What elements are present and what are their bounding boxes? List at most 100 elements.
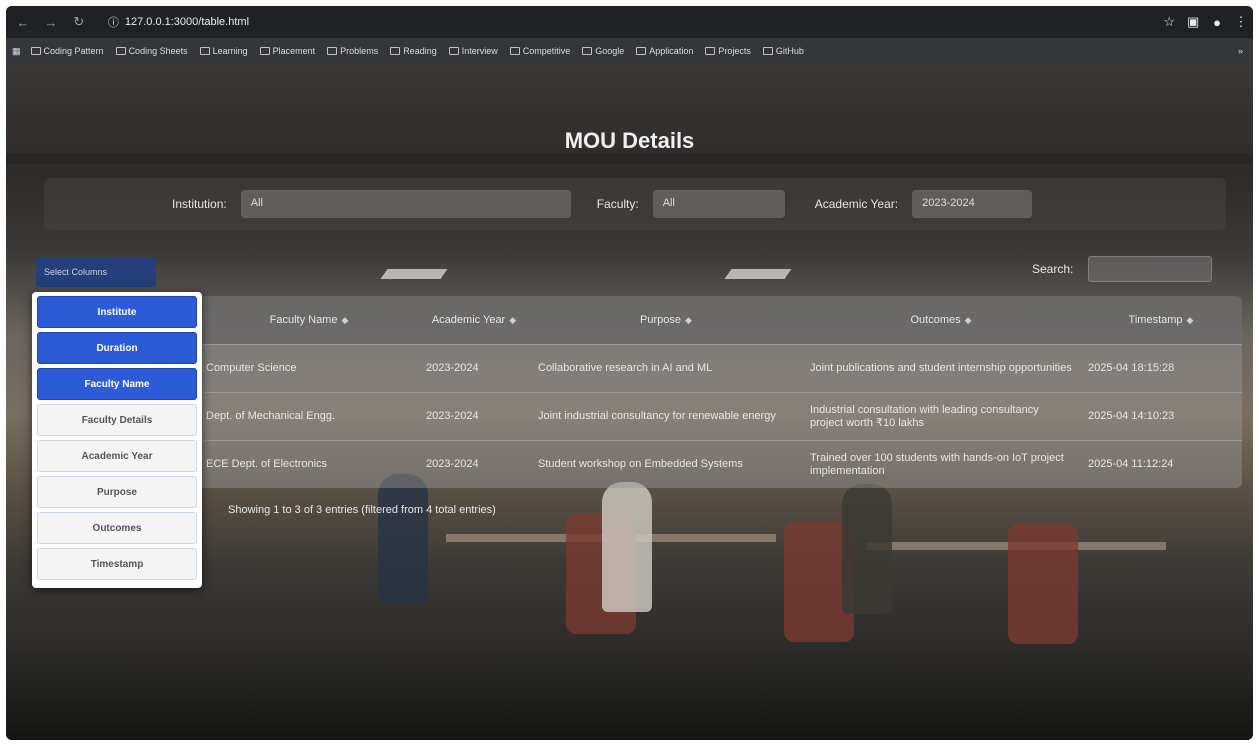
column-toggle-item[interactable]: Institute xyxy=(37,296,197,328)
table-cell: 2025-04 14:10:23 xyxy=(1088,410,1175,422)
bookmark-item[interactable]: Coding Sheets xyxy=(115,46,188,56)
institution-select[interactable]: All xyxy=(240,190,571,218)
url-text: 127.0.0.1:3000/table.html xyxy=(124,16,250,28)
bookmark-item[interactable]: Coding Pattern xyxy=(30,46,104,56)
column-header[interactable]: Academic Year ◆ xyxy=(418,296,530,344)
table-cell: Student workshop on Embedded Systems xyxy=(538,458,743,470)
bookmark-label: GitHub xyxy=(775,46,804,56)
sort-icon: ◆ xyxy=(685,314,692,325)
academic-year-select[interactable]: 2023-2024 xyxy=(912,190,1033,218)
site-info-icon[interactable]: ⓘ xyxy=(108,14,119,30)
bookmark-item[interactable]: Interview xyxy=(448,46,498,56)
filter-bar: Institution: All Faculty: All Academic Y… xyxy=(44,178,1226,230)
folder-icon xyxy=(30,47,41,55)
table-cell: Joint industrial consultancy for renewab… xyxy=(538,410,776,422)
table-row: ECE Dept. of Electronics 2023-2024 Student… xyxy=(190,440,1242,488)
column-header[interactable]: Timestamp ◆ xyxy=(1080,296,1242,344)
table-cell: ECE Dept. of Electronics xyxy=(206,458,328,470)
folder-icon xyxy=(259,47,270,55)
table-cell: 2025-04 11:12:24 xyxy=(1088,458,1174,470)
table-row: Dept. of Mechanical Engg. 2023-2024 Joint … xyxy=(190,392,1242,440)
column-toggle-item[interactable]: Timestamp xyxy=(37,548,197,580)
table-info: Showing 1 to 3 of 3 entries (filtered fr… xyxy=(228,504,496,516)
person xyxy=(378,474,428,604)
faculty-select[interactable]: All xyxy=(652,190,785,218)
floor xyxy=(6,650,1253,740)
bookmark-item[interactable]: Problems xyxy=(327,46,378,56)
column-toggle-item[interactable]: Purpose xyxy=(37,476,197,508)
browser-window: ← → ↻ ⓘ 127.0.0.1:3000/table.html ☆ ▣ ● … xyxy=(6,6,1253,740)
bookmark-list: Coding Pattern Coding Sheets Learning Place… xyxy=(30,46,804,56)
reload-icon[interactable]: ↻ xyxy=(68,11,90,33)
column-toggle-item[interactable]: Faculty Name xyxy=(37,368,197,400)
column-header-label: Academic Year xyxy=(431,314,506,326)
table-row: Computer Science 2023-2024 Collaborative r… xyxy=(190,344,1242,392)
search-input[interactable] xyxy=(1088,256,1212,282)
column-toggle-item[interactable]: Outcomes xyxy=(37,512,197,544)
person xyxy=(842,484,892,614)
bookmark-item[interactable]: GitHub xyxy=(762,46,804,56)
bookmark-item[interactable]: Application xyxy=(636,46,693,56)
bookmark-item[interactable]: Projects xyxy=(705,46,751,56)
person xyxy=(602,482,652,612)
folder-icon xyxy=(199,47,210,55)
folder-icon xyxy=(390,47,401,55)
folder-icon xyxy=(582,47,593,55)
folder-icon xyxy=(636,47,647,55)
select-columns-button[interactable]: Select Columns xyxy=(36,257,156,287)
profile-icon[interactable]: ● xyxy=(1205,10,1229,34)
sort-icon: ◆ xyxy=(341,314,349,325)
bookmark-label: Coding Pattern xyxy=(43,46,104,56)
browser-toolbar: ← → ↻ ⓘ 127.0.0.1:3000/table.html ☆ ▣ ● … xyxy=(6,6,1253,38)
folder-icon xyxy=(448,47,459,55)
bookmark-item[interactable]: Learning xyxy=(199,46,248,56)
table-body: Computer Science 2023-2024 Collaborative r… xyxy=(190,344,1242,488)
folder-icon xyxy=(327,47,338,55)
mou-table: Faculty Name ◆ Academic Year ◆ Purpose ◆ Outco… xyxy=(190,296,1242,488)
bookmark-item[interactable]: Competitive xyxy=(509,46,571,56)
extensions-icon[interactable]: ▣ xyxy=(1181,10,1205,34)
apps-icon[interactable]: ▦ xyxy=(12,46,21,57)
address-bar[interactable]: ⓘ 127.0.0.1:3000/table.html xyxy=(99,10,1158,34)
folder-icon xyxy=(115,47,126,55)
sort-icon: ◆ xyxy=(509,314,517,325)
bookmark-label: Reading xyxy=(403,46,437,56)
bookmark-label: Placement xyxy=(272,46,316,56)
forward-icon[interactable]: → xyxy=(40,11,62,33)
table-cell: Industrial consultation with leading con… xyxy=(810,403,1039,429)
faculty-label: Faculty: xyxy=(596,197,639,211)
star-icon[interactable]: ☆ xyxy=(1157,10,1181,34)
more-bookmarks-icon[interactable]: » xyxy=(1238,46,1243,56)
table-cell: Dept. of Mechanical Engg. xyxy=(206,410,336,422)
column-toggle-item[interactable]: Duration xyxy=(37,332,197,364)
ceiling-beam xyxy=(6,154,1253,164)
back-icon[interactable]: ← xyxy=(12,11,34,33)
bookmark-item[interactable]: Google xyxy=(582,46,624,56)
column-header[interactable]: Purpose ◆ xyxy=(530,296,802,344)
table-cell: 2023-2024 xyxy=(426,362,479,374)
column-header[interactable]: Faculty Name ◆ xyxy=(190,296,418,344)
column-header[interactable]: Outcomes ◆ xyxy=(802,296,1080,344)
bookmark-label: Google xyxy=(595,46,625,56)
column-header-label: Faculty Name xyxy=(269,314,338,326)
column-toggle-item[interactable]: Academic Year xyxy=(37,440,197,472)
bookmark-label: Coding Sheets xyxy=(128,46,188,56)
column-toggle-item[interactable]: Faculty Details xyxy=(37,404,197,436)
table-cell: 2023-2024 xyxy=(426,458,479,470)
table-cell: Trained over 100 students with hands-on … xyxy=(810,451,1064,477)
sort-icon: ◆ xyxy=(964,314,972,325)
ceiling-light xyxy=(724,269,792,279)
table-cell: Computer Science xyxy=(206,362,297,374)
page-content: MOU Details Institution: All Faculty: Al… xyxy=(6,64,1253,740)
academic-year-label: Academic Year: xyxy=(814,197,899,211)
bookmark-item[interactable]: Placement xyxy=(259,46,316,56)
bookmark-label: Competitive xyxy=(522,46,571,56)
table-cell: Collaborative research in AI and ML xyxy=(538,362,713,374)
menu-icon[interactable]: ⋮ xyxy=(1229,10,1253,34)
bookmarks-bar: ▦ Coding Pattern Coding Sheets Learning Pla… xyxy=(6,38,1253,64)
bookmark-item[interactable]: Reading xyxy=(390,46,437,56)
chair xyxy=(1008,524,1078,644)
table-cell: Joint publications and student internshi… xyxy=(810,362,1072,374)
table-cell: 2025-04 18:15:28 xyxy=(1088,362,1175,374)
bookmark-label: Application xyxy=(649,46,694,56)
